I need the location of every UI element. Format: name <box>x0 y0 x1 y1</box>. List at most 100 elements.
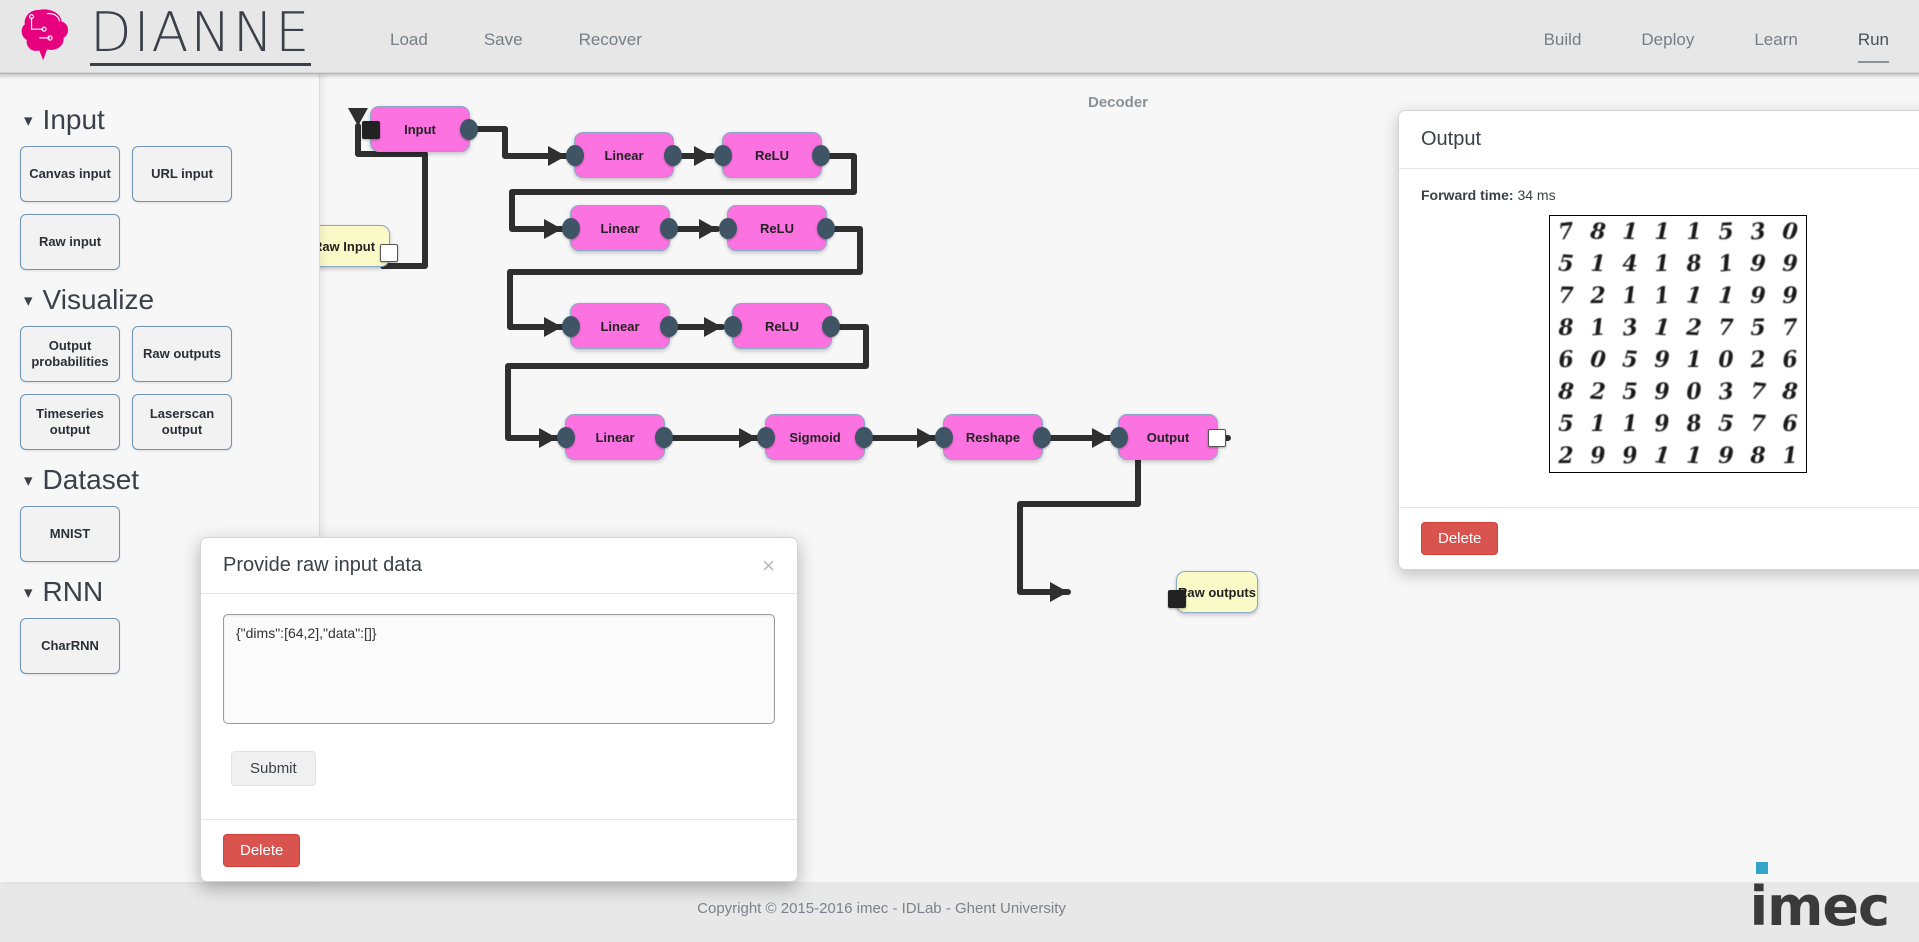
digit-cell: 2 <box>1558 442 1574 470</box>
sidebar-item-timeseries-output[interactable]: Timeseries output <box>20 394 120 450</box>
graph-node-relu-3[interactable]: ReLU <box>724 303 840 349</box>
digit-cell: 8 <box>1589 218 1607 246</box>
modal-delete-button[interactable]: Delete <box>223 834 301 867</box>
graph-node-linear-3[interactable]: Linear <box>562 303 678 349</box>
digit-cell: 0 <box>1685 378 1703 406</box>
nav-recover[interactable]: Recover <box>579 30 642 50</box>
sidebar-group-visualize[interactable]: ▾ Visualize <box>24 284 299 316</box>
node-input-port[interactable] <box>362 121 380 139</box>
node-input-port[interactable] <box>714 145 732 166</box>
sidebar-item-output-probabilities[interactable]: Output probabilities <box>20 326 120 382</box>
node-input-port[interactable] <box>1110 427 1128 448</box>
tab-deploy[interactable]: Deploy <box>1641 30 1694 63</box>
node-input-port[interactable] <box>757 427 775 448</box>
digit-cell: 9 <box>1782 283 1798 309</box>
modal-header: Provide raw input data × <box>201 538 797 594</box>
graph-node-relu-1[interactable]: ReLU <box>714 132 830 178</box>
graph-node-raw-input[interactable]: Raw Input <box>320 225 398 267</box>
chevron-down-icon: ▾ <box>24 582 33 602</box>
digit-cell: 1 <box>1590 411 1606 437</box>
sidebar-group-input-items: Canvas input URL input Raw input <box>20 146 299 270</box>
sidebar-item-url-input[interactable]: URL input <box>132 146 232 202</box>
digit-cell: 6 <box>1782 410 1798 438</box>
nav-save[interactable]: Save <box>484 30 523 50</box>
node-output-port[interactable] <box>1033 427 1051 448</box>
digit-cell: 4 <box>1622 251 1638 277</box>
node-output-port[interactable] <box>660 316 678 337</box>
modal-footer: Delete <box>201 819 797 881</box>
graph-node-input[interactable]: Input <box>362 106 478 152</box>
graph-node-label: Reshape <box>965 429 1021 445</box>
graph-node-label: Input <box>404 121 436 137</box>
node-input-port[interactable] <box>1168 590 1186 608</box>
node-output-port[interactable] <box>812 145 830 166</box>
graph-node-raw-outputs[interactable]: Raw outputs <box>1168 571 1258 613</box>
node-output-port[interactable] <box>660 218 678 239</box>
node-input-port[interactable] <box>935 427 953 448</box>
graph-node-linear-1[interactable]: Linear <box>566 132 682 178</box>
digit-cell: 1 <box>1686 218 1702 246</box>
sidebar-item-laserscan-output[interactable]: Laserscan output <box>132 394 232 450</box>
node-output-port[interactable] <box>460 119 478 140</box>
graph-node-sigmoid[interactable]: Sigmoid <box>757 414 873 460</box>
graph-node-linear-4[interactable]: Linear <box>557 414 673 460</box>
digit-cell: 6 <box>1557 346 1575 374</box>
digit-cell: 8 <box>1781 378 1799 406</box>
brand[interactable]: DIANNE <box>18 0 312 66</box>
sidebar-item-charrnn[interactable]: CharRNN <box>20 618 120 674</box>
graph-node-label: Linear <box>600 220 640 236</box>
raw-input-modal: Provide raw input data × Submit Delete <box>200 537 798 882</box>
digit-cell: 9 <box>1717 442 1735 470</box>
node-input-port[interactable] <box>557 427 575 448</box>
close-icon[interactable]: × <box>762 554 775 577</box>
digit-cell: 9 <box>1621 442 1639 470</box>
tab-build[interactable]: Build <box>1544 30 1582 63</box>
output-panel-body: Forward time: 34 ms 78111530514181997211… <box>1399 169 1919 483</box>
sidebar-item-raw-input[interactable]: Raw input <box>20 214 120 270</box>
app-footer: Copyright © 2015-2016 imec - IDLab - Ghe… <box>0 862 1919 942</box>
graph-node-reshape[interactable]: Reshape <box>935 414 1051 460</box>
node-output-port[interactable] <box>817 218 835 239</box>
sidebar-group-visualize-items: Output probabilities Raw outputs Timeser… <box>20 326 299 450</box>
digit-cell: 1 <box>1653 250 1671 278</box>
digit-cell: 9 <box>1781 250 1799 278</box>
nav-load[interactable]: Load <box>390 30 428 50</box>
digit-cell: 9 <box>1653 410 1671 438</box>
graph-node-linear-2[interactable]: Linear <box>562 205 678 251</box>
app-header: DIANNE Load Save Recover Build Deploy Le… <box>0 0 1919 73</box>
digit-cell: 3 <box>1749 218 1767 246</box>
node-output-port[interactable] <box>655 427 673 448</box>
graph-node-label: ReLU <box>760 220 794 236</box>
digit-cell: 1 <box>1717 250 1735 278</box>
node-input-port[interactable] <box>566 145 584 166</box>
sidebar-item-mnist[interactable]: MNIST <box>20 506 120 562</box>
node-input-port[interactable] <box>562 218 580 239</box>
raw-data-textarea[interactable] <box>223 614 775 724</box>
node-input-port[interactable] <box>724 316 742 337</box>
node-output-port[interactable] <box>855 427 873 448</box>
tab-run[interactable]: Run <box>1857 30 1889 63</box>
digit-cell: 5 <box>1621 346 1639 374</box>
imec-logo: imec <box>1750 862 1890 934</box>
sidebar-group-label: RNN <box>42 576 104 607</box>
node-output-port[interactable] <box>380 244 398 262</box>
sidebar-item-canvas-input[interactable]: Canvas input <box>20 146 120 202</box>
node-input-port[interactable] <box>562 316 580 337</box>
sidebar-group-label: Visualize <box>42 284 155 315</box>
graph-node-output[interactable]: Output <box>1110 414 1226 460</box>
submit-button[interactable]: Submit <box>231 751 316 786</box>
node-output-port[interactable] <box>664 145 682 166</box>
tab-learn[interactable]: Learn <box>1754 30 1797 63</box>
node-input-port[interactable] <box>719 218 737 239</box>
sidebar-group-dataset[interactable]: ▾ Dataset <box>24 464 299 496</box>
output-delete-button[interactable]: Delete <box>1421 522 1499 555</box>
sidebar-item-raw-outputs[interactable]: Raw outputs <box>132 326 232 382</box>
node-output-port[interactable] <box>1208 429 1226 447</box>
digit-cell: 1 <box>1621 218 1639 246</box>
graph-node-relu-2[interactable]: ReLU <box>719 205 835 251</box>
digit-cell: 9 <box>1749 282 1767 310</box>
copyright-text: Copyright © 2015-2016 imec - IDLab - Ghe… <box>697 900 1066 917</box>
node-output-port[interactable] <box>822 316 840 337</box>
sidebar-group-input[interactable]: ▾ Input <box>24 104 299 136</box>
brand-wordmark: DIANNE <box>90 0 312 66</box>
